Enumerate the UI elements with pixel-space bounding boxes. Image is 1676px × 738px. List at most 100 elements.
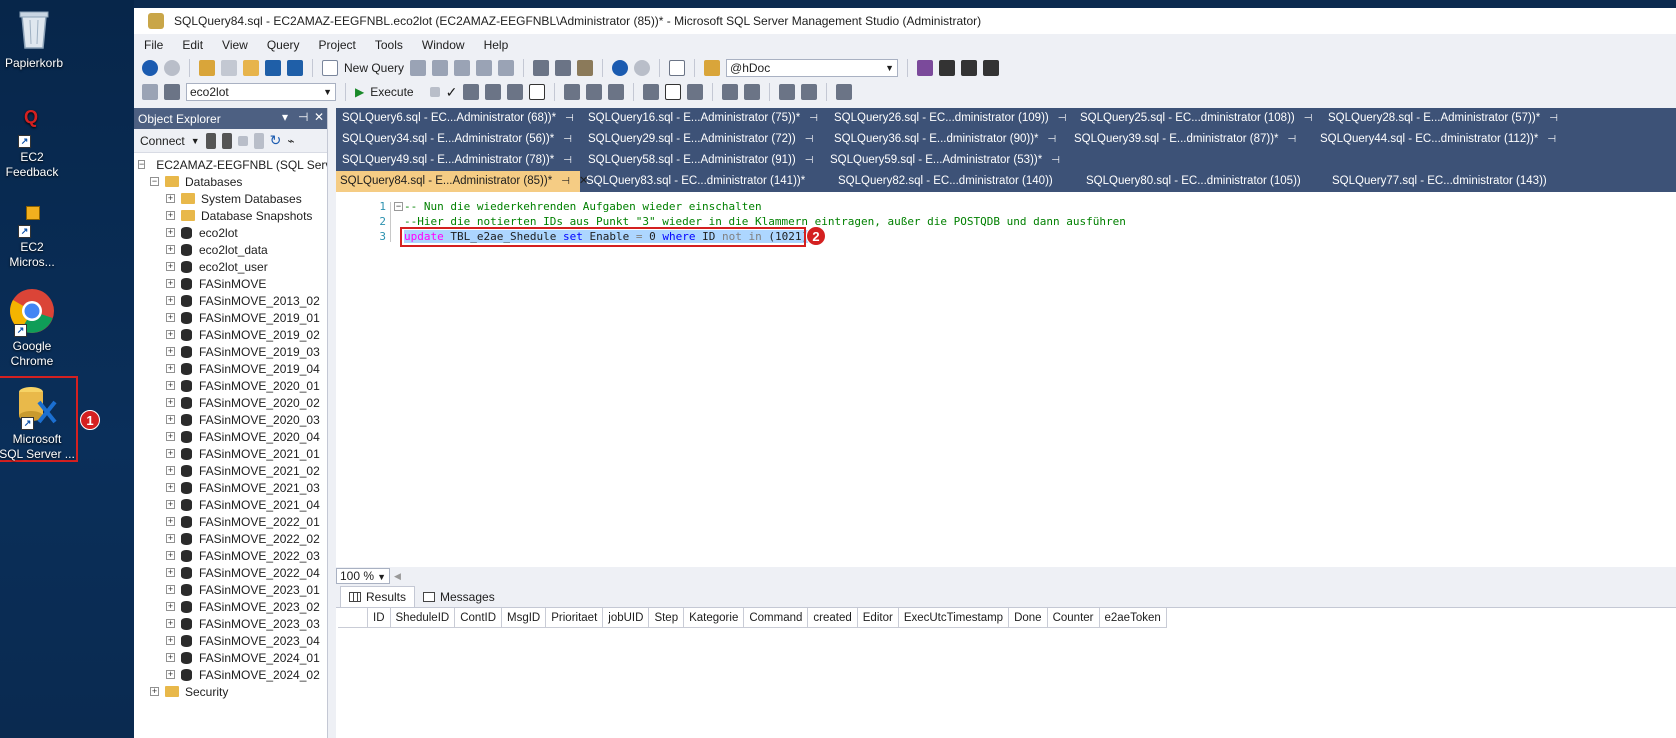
results-grid[interactable]: ID SheduleID ContID MsgID Prioritaet jobUID St… xyxy=(336,607,1676,738)
xmla-query-icon[interactable] xyxy=(454,60,471,76)
client-stats-icon[interactable] xyxy=(608,84,625,100)
redo-icon[interactable] xyxy=(634,60,651,76)
pin-icon[interactable]: ⊣ xyxy=(1048,134,1057,145)
tab-sqlquery83[interactable]: SQLQuery83.sql - EC...dministrator (141)… xyxy=(582,171,805,192)
pin-icon[interactable]: ⊣ xyxy=(1051,155,1060,166)
tree-node-database[interactable]: + FASinMOVE_2022_01 xyxy=(134,513,327,530)
dax-query-icon[interactable] xyxy=(498,60,515,76)
expand-icon[interactable]: + xyxy=(166,279,175,288)
menu-edit[interactable]: Edit xyxy=(182,38,203,52)
desktop-icon-ec2-microsoft[interactable]: ↗ EC2 Micros... xyxy=(0,204,70,270)
pin-icon[interactable]: ⊣ xyxy=(563,134,572,145)
column-header[interactable]: SheduleID xyxy=(390,608,456,628)
column-header[interactable]: ContID xyxy=(455,608,503,628)
execute-icon[interactable]: ▶ xyxy=(355,85,364,99)
expand-icon[interactable]: + xyxy=(166,313,175,322)
pin-icon[interactable]: ⊣ xyxy=(298,110,308,124)
query-designer-icon[interactable] xyxy=(485,84,502,100)
tree-node-database[interactable]: + eco2lot_data xyxy=(134,241,327,258)
tree-node-database[interactable]: + FASinMOVE_2019_04 xyxy=(134,360,327,377)
tree-node-database[interactable]: + FASinMOVE_2019_01 xyxy=(134,309,327,326)
expand-icon[interactable]: + xyxy=(166,483,175,492)
pin-icon[interactable]: ⊣ xyxy=(809,113,818,124)
tree-node-database-snapshots[interactable]: + Database Snapshots xyxy=(134,207,327,224)
desktop-icon-ssms[interactable]: ↗ Microsoft SQL Server ... xyxy=(0,376,78,462)
collapse-icon[interactable]: − xyxy=(138,160,146,169)
column-header[interactable]: Counter xyxy=(1047,608,1100,628)
pin-icon[interactable]: ⊣ xyxy=(1549,113,1558,124)
expand-icon[interactable]: + xyxy=(166,415,175,424)
collapse-region-icon[interactable]: − xyxy=(394,202,403,211)
execute-button[interactable]: Execute xyxy=(370,85,413,99)
pin-icon[interactable]: ⊣ xyxy=(1304,113,1313,124)
intellisense-icon[interactable] xyxy=(529,84,546,100)
expand-icon[interactable]: + xyxy=(166,500,175,509)
pin-icon[interactable]: ⊣ xyxy=(561,176,570,187)
expand-icon[interactable]: + xyxy=(166,296,175,305)
save-all-icon[interactable] xyxy=(287,60,303,76)
expand-icon[interactable]: + xyxy=(166,568,175,577)
menu-query[interactable]: Query xyxy=(267,38,300,52)
tree-node-database[interactable]: + eco2lot xyxy=(134,224,327,241)
desktop-icon-ec2-feedback[interactable]: Q ↗ EC2 Feedback xyxy=(0,108,70,180)
comment-icon[interactable] xyxy=(722,84,739,100)
decrease-indent-icon[interactable] xyxy=(779,84,796,100)
tree-node-database[interactable]: + FASinMOVE_2020_02 xyxy=(134,394,327,411)
tab-sqlquery84-active[interactable]: SQLQuery84.sql - E...Administrator (85))… xyxy=(336,171,589,192)
pin-icon[interactable]: ⊣ xyxy=(1288,134,1297,145)
column-header[interactable]: Editor xyxy=(857,608,899,628)
menu-file[interactable]: File xyxy=(144,38,163,52)
increase-indent-icon[interactable] xyxy=(801,84,818,100)
stop-icon[interactable] xyxy=(237,135,248,146)
expand-icon[interactable]: + xyxy=(166,330,175,339)
tree-node-database[interactable]: + FASinMOVE_2023_03 xyxy=(134,615,327,632)
tree-node-database[interactable]: + FASinMOVE_2013_02 xyxy=(134,292,327,309)
expand-icon[interactable]: + xyxy=(166,398,175,407)
parse-icon[interactable]: ✓ xyxy=(446,84,458,101)
tab-results[interactable]: Results xyxy=(340,586,416,607)
undo-icon[interactable] xyxy=(612,60,629,76)
column-header[interactable]: Done xyxy=(1009,608,1048,628)
tree-node-database[interactable]: + FASinMOVE_2022_02 xyxy=(134,530,327,547)
menu-help[interactable]: Help xyxy=(484,38,509,52)
tree-node-database[interactable]: + FASinMOVE_2024_01 xyxy=(134,649,327,666)
tree-node-databases[interactable]: − Databases xyxy=(134,173,327,190)
expand-icon[interactable]: + xyxy=(166,602,175,611)
pin-icon[interactable]: ⊣ xyxy=(1058,113,1067,124)
options-icon[interactable] xyxy=(507,84,524,100)
tree-node-database[interactable]: + FASinMOVE_2023_01 xyxy=(134,581,327,598)
expand-icon[interactable]: + xyxy=(166,534,175,543)
expand-icon[interactable]: + xyxy=(166,194,175,203)
pin-icon[interactable]: ⊣ xyxy=(565,113,574,124)
live-stats-icon[interactable] xyxy=(586,84,603,100)
tree-node-database[interactable]: + FASinMOVE_2021_04 xyxy=(134,496,327,513)
dmx-query-icon[interactable] xyxy=(432,60,449,76)
tab-sqlquery77[interactable]: SQLQuery77.sql - EC...dministrator (143)… xyxy=(1328,171,1547,192)
tab-sqlquery80[interactable]: SQLQuery80.sql - EC...dministrator (105)… xyxy=(1082,171,1301,192)
new-project-icon[interactable] xyxy=(199,60,215,76)
tree-node-database[interactable]: + FASinMOVE_2019_02 xyxy=(134,326,327,343)
pin-icon[interactable]: ⊣ xyxy=(1547,134,1556,145)
column-header[interactable]: Prioritaet xyxy=(546,608,604,628)
cancel-query-icon[interactable] xyxy=(429,87,440,97)
expand-icon[interactable]: + xyxy=(166,670,175,679)
display-plan-icon[interactable] xyxy=(463,84,480,100)
include-plan-icon[interactable] xyxy=(564,84,581,100)
terminal-icon[interactable] xyxy=(983,60,1000,76)
tree-node-system-databases[interactable]: + System Databases xyxy=(134,190,327,207)
new-query-button[interactable]: New Query xyxy=(344,61,404,75)
menu-tools[interactable]: Tools xyxy=(375,38,403,52)
connect-icon[interactable] xyxy=(142,84,158,100)
expand-icon[interactable]: + xyxy=(166,347,175,356)
panel-menu-icon[interactable]: ▾ xyxy=(282,110,288,124)
refresh-icon[interactable]: ↻ xyxy=(270,132,282,149)
tab-sqlquery25[interactable]: SQLQuery25.sql - EC...dministrator (108)… xyxy=(1076,108,1312,129)
menu-project[interactable]: Project xyxy=(319,38,356,52)
column-header[interactable]: created xyxy=(808,608,858,628)
menu-window[interactable]: Window xyxy=(422,38,465,52)
connect-button[interactable]: Connect xyxy=(140,134,185,148)
tree-node-database[interactable]: + FASinMOVE_2021_02 xyxy=(134,462,327,479)
properties-icon[interactable] xyxy=(917,60,934,76)
tree-node-database[interactable]: + FASinMOVE_2021_03 xyxy=(134,479,327,496)
tab-sqlquery58[interactable]: SQLQuery58.sql - E...Administrator (91))… xyxy=(584,150,813,171)
